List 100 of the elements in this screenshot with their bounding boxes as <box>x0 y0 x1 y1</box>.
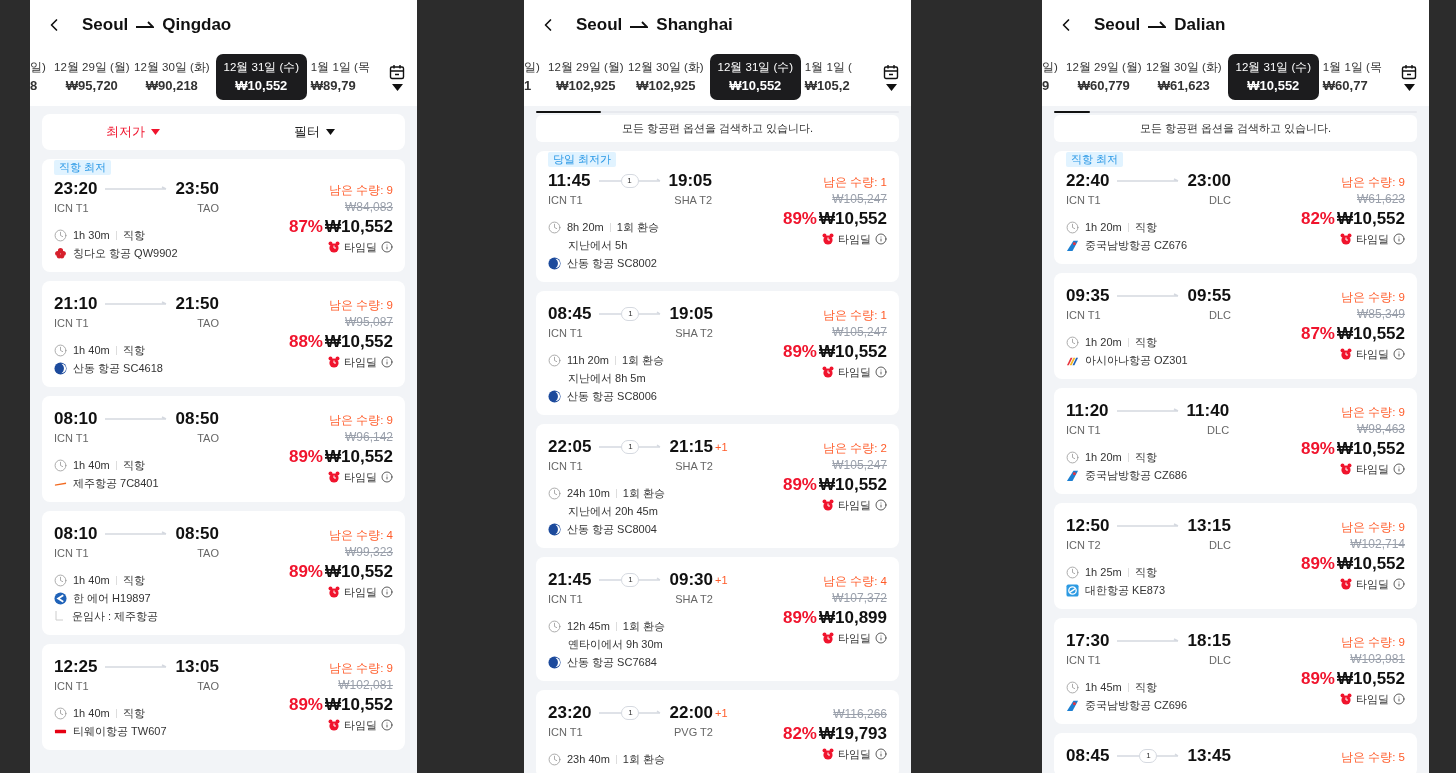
arrival-time: 21:15 <box>669 436 713 458</box>
sort-option[interactable]: 최저가 <box>105 123 145 141</box>
info-icon[interactable] <box>381 241 393 253</box>
flower-logo-icon <box>54 246 67 260</box>
info-icon[interactable] <box>381 356 393 368</box>
arrival-airport: TAO <box>197 316 219 331</box>
clock-icon <box>1066 450 1079 464</box>
original-price: ₩98,463 <box>1356 421 1405 438</box>
flight-type-text: 1회 환승 <box>622 751 665 767</box>
flight-card[interactable]: 08:10 08:50 ICN T1 TAO 1h 40m 직항 한 에어 H19897 운임사 : 제주항공 남은 수량: 4 ₩99,323 89%₩10,552 타임딜 <box>42 511 405 635</box>
date-tab[interactable]: 12월 29일 (월) ₩95,720 <box>51 54 132 100</box>
flight-card[interactable]: 12:50 13:15 ICN T2 DLC 1h 25m 직항 대한항공 KE873 남은 수량: 9 ₩102,714 89%₩10,552 타임딜 <box>1054 503 1417 609</box>
flight-card[interactable]: 직항 최저 23:20 23:50 ICN T1 TAO 1h 30m 직항 칭다오 항공 QW9902 남은 수량: 9 ₩84,083 87%₩10,552 타임딜 <box>42 159 405 272</box>
flight-card[interactable]: 23:20 1 22:00+1 ICN T1 PVG T2 23h 40m 1회 환승 ₩116,266 82%₩19,793 타임딜 <box>536 690 899 773</box>
seats-left-text: 남은 수량: 9 <box>1341 405 1405 420</box>
layover-text: 지난에서 20h 45m <box>568 503 658 519</box>
route-line <box>598 178 621 184</box>
flight-card[interactable]: 17:30 18:15 ICN T1 DLC 1h 45m 직항 중국남방항공 CZ696 남은 수량: 9 ₩103,981 89%₩10,552 타임딜 <box>1054 618 1417 724</box>
date-tab[interactable]: 12월 31일 (수) ₩10,552 <box>1227 54 1319 100</box>
flight-card[interactable]: 09:35 09:55 ICN T1 DLC 1h 20m 직항 아시아나항공 OZ301 남은 수량: 9 ₩85,349 87%₩10,552 타임딜 <box>1054 273 1417 379</box>
info-icon[interactable] <box>1393 348 1405 360</box>
arrival-airport: TAO <box>197 201 219 216</box>
arrow-icon <box>1116 408 1179 414</box>
calendar-icon[interactable] <box>883 63 899 80</box>
flight-card[interactable]: 11:20 11:40 ICN T1 DLC 1h 20m 직항 중국남방항공 CZ686 남은 수량: 9 ₩98,463 89%₩10,552 타임딜 <box>1054 388 1417 494</box>
departure-time: 22:40 <box>1066 170 1110 192</box>
date-tab[interactable]: 12월 30일 (화) ₩61,623 <box>1143 54 1224 100</box>
flight-card[interactable]: 21:10 21:50 ICN T1 TAO 1h 40m 직항 산동 항공 SC4618 남은 수량: 9 ₩95,087 88%₩10,552 타임딜 <box>42 281 405 387</box>
flight-type-text: 1회 환승 <box>622 352 665 368</box>
info-icon[interactable] <box>1393 233 1405 245</box>
deal-label: 타임딜 <box>344 469 377 485</box>
alarm-clock-icon <box>1340 463 1352 475</box>
alarm-clock-icon <box>822 499 834 511</box>
flight-card[interactable]: 08:45 1 13:45 남은 수량: 5 <box>1054 733 1417 773</box>
date-tab[interactable]: 12월 30일 (화) ₩102,925 <box>625 54 706 100</box>
info-icon[interactable] <box>1393 463 1405 475</box>
flight-card[interactable]: 08:10 08:50 ICN T1 TAO 1h 40m 직항 제주항공 7C8401 남은 수량: 9 ₩96,142 89%₩10,552 타임딜 <box>42 396 405 502</box>
airline-text: 중국남방항공 CZ686 <box>1085 467 1188 483</box>
arrow-icon <box>105 416 168 422</box>
seats-left-text: 남은 수량: 9 <box>329 183 393 198</box>
calendar-icon[interactable] <box>1401 63 1417 80</box>
sale-price: ₩10,552 <box>1336 438 1405 460</box>
duration-text: 1h 40m <box>73 707 110 719</box>
date-tab[interactable]: 일) 8 <box>30 54 52 100</box>
seats-left-text: 남은 수량: 9 <box>1341 290 1405 305</box>
airline-text: 중국남방항공 CZ696 <box>1085 697 1188 713</box>
clock-icon <box>1066 565 1079 579</box>
destination-city: Dalian <box>1174 15 1226 35</box>
caret-down-icon[interactable] <box>885 83 897 91</box>
flight-card[interactable]: 직항 최저 22:40 23:00 ICN T1 DLC 1h 20m 직항 중국남방항공 CZ676 남은 수량: 9 ₩61,623 82%₩10,552 타임딜 <box>1054 151 1417 264</box>
flight-card[interactable]: 당일 최저가 11:45 1 19:05 ICN T1 SHA T2 8h 20m 1회 환승 지난에서 5h 산동 항공 SC8002 남은 수량: 1 ₩105,247 89%₩10,552 타임딜 <box>536 151 899 282</box>
arrow-icon <box>639 444 662 450</box>
info-icon[interactable] <box>875 632 887 644</box>
info-icon[interactable] <box>875 366 887 378</box>
info-icon[interactable] <box>875 748 887 760</box>
original-price: ₩96,142 <box>344 429 393 446</box>
caret-down-icon[interactable] <box>325 129 335 135</box>
original-price: ₩105,247 <box>832 191 887 208</box>
sale-price: ₩10,552 <box>1336 553 1405 575</box>
date-tab[interactable]: 12월 29일 (월) ₩60,779 <box>1063 54 1144 100</box>
info-icon[interactable] <box>381 586 393 598</box>
deal-label: 타임딜 <box>838 630 871 646</box>
date-tab[interactable]: 12월 31일 (수) ₩10,552 <box>709 54 801 100</box>
arrival-airport: PVG T2 <box>674 725 713 740</box>
date-tab[interactable]: 12월 31일 (수) ₩10,552 <box>215 54 307 100</box>
alarm-clock-icon <box>328 586 340 598</box>
flight-card[interactable]: 08:45 1 19:05 ICN T1 SHA T2 11h 20m 1회 환승 지난에서 8h 5m 산동 항공 SC8006 남은 수량: 1 ₩105,247 89%₩10,552 타임딜 <box>536 291 899 415</box>
date-tab[interactable]: 1월 1일 (목 ₩60,77 <box>1322 54 1388 100</box>
airline-text: 산동 항공 SC8004 <box>567 521 657 537</box>
flight-card[interactable]: 12:25 13:05 ICN T1 TAO 1h 40m 직항 티웨이항공 TW607 남은 수량: 9 ₩102,081 89%₩10,552 타임딜 <box>42 644 405 750</box>
info-icon[interactable] <box>381 719 393 731</box>
info-icon[interactable] <box>875 499 887 511</box>
flight-card[interactable]: 21:45 1 09:30+1 ICN T1 SHA T2 12h 45m 1회 환승 옌타이에서 9h 30m 산동 항공 SC7684 남은 수량: 4 ₩107,372 89%₩10,899 타임딜 <box>536 557 899 681</box>
info-icon[interactable] <box>875 233 887 245</box>
info-icon[interactable] <box>1393 578 1405 590</box>
airline-text: 산동 항공 SC8006 <box>567 388 657 404</box>
route-line <box>599 710 622 716</box>
crescent-logo-icon <box>548 522 561 536</box>
deal-label: 타임딜 <box>1356 461 1389 477</box>
seats-left-text: 남은 수량: 9 <box>1341 175 1405 190</box>
flight-type-text: 직항 <box>122 572 145 588</box>
arrival-time: 13:05 <box>175 656 219 678</box>
date-tab[interactable]: 일) 1 <box>524 54 546 100</box>
discount-percent: 89% <box>1300 553 1335 575</box>
info-icon[interactable] <box>1393 693 1405 705</box>
calendar-icon[interactable] <box>389 63 405 80</box>
flight-card[interactable]: 22:05 1 21:15+1 ICN T1 SHA T2 24h 10m 1회 환승 지난에서 20h 45m 산동 항공 SC8004 남은 수량: 2 ₩105,247 89%₩10,552 타임딜 <box>536 424 899 548</box>
date-tab[interactable]: 일) 9 <box>1042 54 1064 100</box>
sort-option[interactable]: 필터 <box>293 123 320 141</box>
info-icon[interactable] <box>381 471 393 483</box>
airline-text: 티웨이항공 TW607 <box>73 723 167 739</box>
caret-down-icon[interactable] <box>1403 83 1415 91</box>
caret-down-icon[interactable] <box>391 83 403 91</box>
date-tab[interactable]: 1월 1일 (목 ₩89,79 <box>310 54 376 100</box>
arrival-time: 09:30 <box>669 569 713 591</box>
date-tab[interactable]: 1월 1일 ( ₩105,2 <box>804 54 858 100</box>
date-tab[interactable]: 12월 30일 (화) ₩90,218 <box>131 54 212 100</box>
date-tab[interactable]: 12월 29일 (월) ₩102,925 <box>545 54 626 100</box>
alarm-clock-icon <box>1340 233 1352 245</box>
departure-airport: ICN T1 <box>548 193 583 208</box>
